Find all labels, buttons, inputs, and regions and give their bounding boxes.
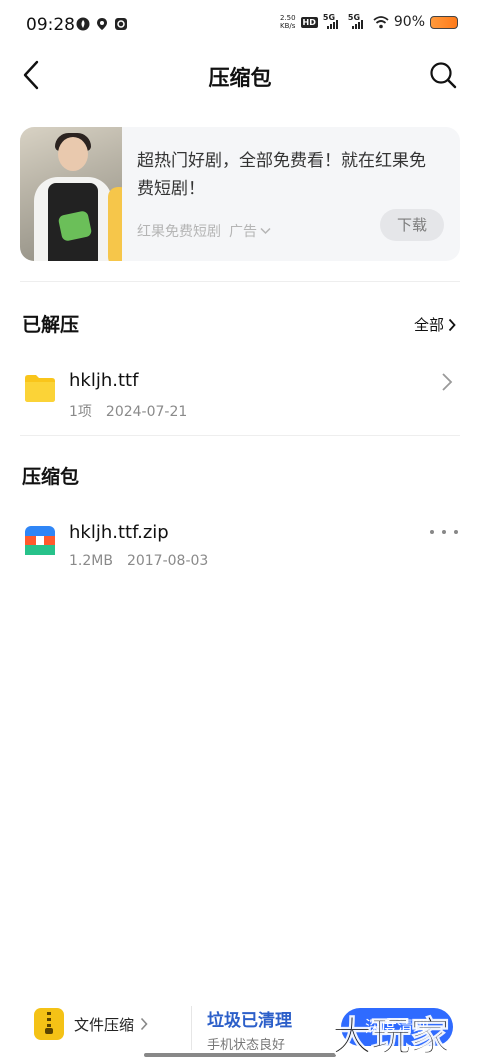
watermark-text: 大玩家 (332, 1013, 451, 1061)
network-speed: 2.50 KB/s (280, 14, 296, 30)
cleanup-status-subtitle: 手机状态良好 (207, 1038, 286, 1053)
app-header: 压缩包 (0, 52, 480, 100)
file-compress-label: 文件压缩 (74, 1015, 135, 1034)
zip-archive-icon (25, 526, 55, 555)
cleanup-status-title: 垃圾已清理 (207, 1011, 292, 1031)
chevron-right-icon (448, 318, 456, 331)
sim1-signal-icon: 5G (322, 13, 343, 29)
ad-source-row: 红果免费短剧 广告 (137, 221, 271, 241)
sim2-network-type: 5G (347, 13, 361, 22)
sim2-signal-icon: 5G (347, 13, 368, 29)
file-compress-tool-button[interactable]: 文件压缩 (34, 1008, 148, 1040)
network-speed-value: 2.50 (279, 14, 296, 22)
chevron-down-icon (260, 227, 271, 235)
archive-file-meta: 1.2MB 2017-08-03 (69, 553, 208, 569)
status-time: 09:28 (26, 15, 75, 35)
search-button[interactable] (426, 58, 460, 92)
archives-section-title: 压缩包 (22, 466, 80, 488)
app-notification-icon (115, 18, 127, 30)
more-options-button[interactable] (430, 522, 458, 542)
zip-tool-icon (34, 1008, 64, 1040)
flame-app-icon (76, 17, 90, 31)
archive-file-date: 2017-08-03 (126, 553, 209, 569)
extracted-file-row[interactable]: hkljh.ttf 1项 2024-07-21 (0, 364, 480, 434)
ad-label-dropdown[interactable]: 广告 (229, 221, 271, 241)
view-all-label: 全部 (413, 316, 444, 334)
network-speed-unit: KB/s (280, 22, 296, 30)
archive-file-size: 1.2MB (69, 553, 113, 569)
archive-file-row[interactable]: hkljh.ttf.zip 1.2MB 2017-08-03 (0, 516, 480, 586)
cleanup-status: 垃圾已清理 手机状态良好 (207, 1006, 292, 1053)
extracted-item-count: 1项 (69, 404, 92, 420)
ad-download-button[interactable]: 下载 (380, 209, 444, 241)
extracted-file-meta: 1项 2024-07-21 (69, 401, 187, 421)
more-dot-icon (442, 530, 446, 534)
view-all-extracted-button[interactable]: 全部 (414, 314, 456, 335)
battery-percent: 90% (393, 14, 425, 30)
extracted-file-date: 2024-07-21 (105, 404, 188, 420)
ad-banner[interactable]: 超热门好剧，全部免费看！就在红果免费短剧！ 红果免费短剧 广告 下载 (20, 127, 460, 261)
status-system-icons: 2.50 KB/s HD 5G 5G 90% (280, 13, 458, 30)
sim1-network-type: 5G (322, 13, 336, 22)
folder-icon (25, 375, 55, 402)
file-compress-label-row: 文件压缩 (74, 1014, 148, 1035)
status-notification-icons (76, 17, 128, 31)
home-indicator[interactable] (144, 1053, 336, 1057)
ad-thumbnail-image[interactable] (20, 127, 122, 261)
chevron-right-icon (140, 1017, 148, 1031)
ad-headline: 超热门好剧，全部免费看！就在红果免费短剧！ (137, 151, 426, 199)
extracted-section-title: 已解压 (22, 314, 80, 336)
page-title: 压缩包 (208, 66, 272, 90)
archive-file-name: hkljh.ttf.zip (69, 522, 169, 543)
bottom-bar-divider (191, 1006, 192, 1050)
ad-source-name: 红果免费短剧 (137, 224, 221, 240)
chevron-right-icon (442, 373, 453, 391)
search-icon (430, 62, 457, 89)
section-divider (20, 281, 460, 282)
location-icon (97, 18, 107, 30)
status-bar: 09:28 2.50 KB/s HD 5G 5G 90% (0, 0, 480, 52)
extracted-file-name: hkljh.ttf (69, 370, 139, 391)
section-divider (20, 435, 460, 436)
ad-label-text: 广告 (229, 224, 257, 240)
more-dot-icon (430, 530, 434, 534)
wifi-icon (373, 15, 389, 28)
more-dot-icon (454, 530, 458, 534)
hd-voice-badge: HD (300, 16, 318, 28)
battery-icon (430, 15, 458, 29)
